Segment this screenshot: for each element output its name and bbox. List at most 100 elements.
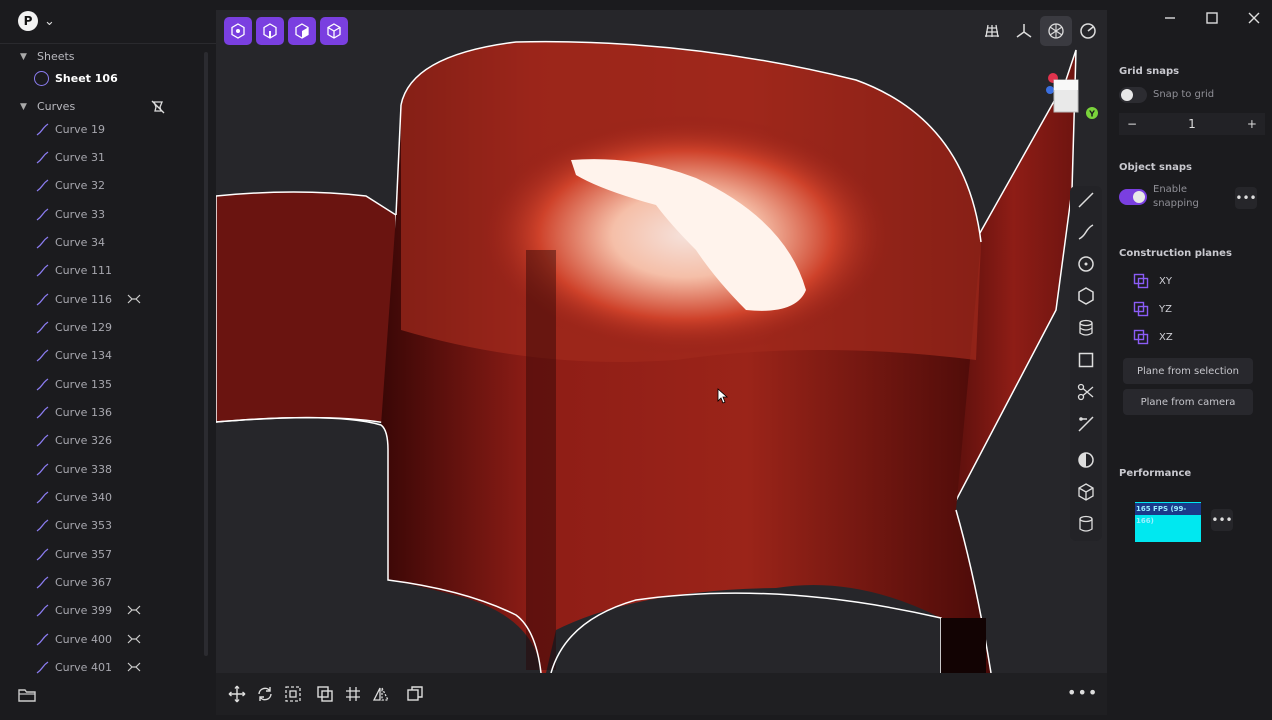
curve-item[interactable]: Curve 134	[36, 347, 112, 363]
rotate-icon[interactable]	[256, 685, 274, 703]
curve-icon	[36, 178, 49, 192]
curve-item[interactable]: Curve 129	[36, 319, 112, 335]
curve-item[interactable]: Curve 136	[36, 404, 112, 420]
curve-item[interactable]: Curve 135	[36, 376, 112, 392]
curve-item-label: Curve 340	[55, 490, 112, 504]
snap-to-grid-toggle[interactable]	[1119, 87, 1147, 103]
curve-item-label: Curve 401	[55, 660, 112, 674]
plane-item-yz[interactable]: YZ	[1133, 301, 1172, 317]
polygon-tool-icon[interactable]	[1077, 287, 1095, 305]
curve-item-label: Curve 32	[55, 178, 105, 192]
database-icon[interactable]	[1077, 515, 1095, 533]
curve-icon	[36, 292, 49, 306]
curve-icon	[36, 433, 49, 447]
curve-item[interactable]: Curve 31	[36, 149, 105, 165]
object-snaps-more-button[interactable]: •••	[1235, 187, 1257, 209]
render-sphere-icon	[1080, 23, 1096, 39]
circle-tool-icon[interactable]	[1077, 255, 1095, 273]
curve-item-label: Curve 129	[55, 320, 112, 334]
curve-item[interactable]: Curve 32	[36, 177, 105, 193]
curve-item[interactable]: Curve 116	[36, 291, 112, 307]
grid-size-stepper: − 1 +	[1119, 113, 1265, 135]
curve-item[interactable]: Curve 353	[36, 517, 112, 533]
curve-item-label: Curve 399	[55, 603, 112, 617]
scissors-icon[interactable]	[1077, 383, 1095, 401]
curve-item[interactable]: Curve 357	[36, 546, 112, 562]
view-toolbar	[976, 16, 1104, 46]
curve-item-label: Curve 367	[55, 575, 112, 589]
curve-item-label: Curve 338	[55, 462, 112, 476]
mirror-icon[interactable]	[372, 685, 390, 703]
curve-icon	[36, 377, 49, 391]
wireframe-toggle-button[interactable]	[1040, 16, 1072, 46]
decrement-button[interactable]: −	[1127, 117, 1137, 131]
curve-item[interactable]: Curve 34	[36, 234, 105, 250]
linked-icon[interactable]	[127, 605, 141, 615]
axes-toggle-button[interactable]	[1008, 16, 1040, 46]
linked-icon[interactable]	[127, 662, 141, 672]
plane-from-camera-button[interactable]: Plane from camera	[1123, 389, 1253, 415]
more-options-icon[interactable]: •••	[1067, 683, 1098, 702]
minimize-icon[interactable]	[1163, 11, 1177, 25]
curve-icon	[36, 320, 49, 334]
curve-item[interactable]: Curve 400	[36, 631, 112, 647]
object-mode-button[interactable]	[320, 17, 348, 45]
curve-item[interactable]: Curve 33	[36, 206, 105, 222]
line-tool-icon[interactable]	[1077, 191, 1095, 209]
orientation-gizmo[interactable]: Y	[1044, 70, 1100, 120]
curve-icon	[36, 603, 49, 617]
plane-from-selection-button[interactable]: Plane from selection	[1123, 358, 1253, 384]
cylinder-tool-icon[interactable]	[1077, 319, 1095, 337]
curve-item[interactable]: Curve 19	[36, 121, 105, 137]
plane-item-xy[interactable]: XY	[1133, 273, 1172, 289]
curve-item[interactable]: Curve 367	[36, 574, 112, 590]
boolean-tool-icon[interactable]	[1077, 451, 1095, 469]
curves-section-header[interactable]: ▼ Curves	[20, 100, 75, 113]
curve-item[interactable]: Curve 399	[36, 602, 112, 618]
face-mode-button[interactable]	[288, 17, 316, 45]
toggle-knob	[1121, 89, 1133, 101]
curve-item-label: Curve 116	[55, 292, 112, 306]
curve-item[interactable]: Curve 401	[36, 659, 112, 675]
curve-item[interactable]: Curve 111	[36, 262, 112, 278]
curve-item-label: Curve 136	[55, 405, 112, 419]
maximize-icon[interactable]	[1205, 11, 1219, 25]
curve-tool-icon[interactable]	[1077, 223, 1095, 241]
sidebar-scrollbar[interactable]	[204, 52, 208, 656]
3d-viewport[interactable]	[216, 10, 1107, 673]
edge-mode-button[interactable]	[256, 17, 284, 45]
curve-item[interactable]: Curve 326	[36, 432, 112, 448]
mouse-cursor-icon	[717, 388, 729, 404]
visibility-off-icon[interactable]	[150, 99, 166, 115]
plane-icon	[1133, 301, 1149, 317]
curve-item-label: Curve 111	[55, 263, 112, 277]
close-icon[interactable]	[1247, 11, 1261, 25]
copy-icon[interactable]	[406, 685, 424, 703]
linked-icon[interactable]	[127, 634, 141, 644]
array-icon[interactable]	[344, 685, 362, 703]
curve-item[interactable]: Curve 338	[36, 461, 112, 477]
move-icon[interactable]	[228, 685, 246, 703]
folder-icon[interactable]	[18, 687, 36, 703]
curve-item[interactable]: Curve 340	[36, 489, 112, 505]
trim-tool-icon[interactable]	[1077, 415, 1095, 433]
scale-icon[interactable]	[284, 685, 302, 703]
sheets-section-header[interactable]: ▼ Sheets	[20, 50, 75, 63]
performance-more-button[interactable]: •••	[1211, 509, 1233, 531]
grid-size-value[interactable]: 1	[1188, 117, 1196, 131]
solid-cube-icon[interactable]	[1077, 483, 1095, 501]
rectangle-tool-icon[interactable]	[1077, 351, 1095, 369]
vertex-mode-button[interactable]	[224, 17, 252, 45]
snap-to-grid-label: Snap to grid	[1153, 89, 1215, 100]
sheet-item[interactable]: Sheet 106	[34, 71, 118, 86]
render-mode-button[interactable]	[1072, 16, 1104, 46]
workspace-menu[interactable]: P ⌄	[18, 11, 55, 31]
increment-button[interactable]: +	[1247, 117, 1257, 131]
grid-toggle-button[interactable]	[976, 16, 1008, 46]
object-snaps-title: Object snaps	[1119, 162, 1192, 173]
duplicate-icon[interactable]	[316, 685, 334, 703]
divider	[0, 43, 216, 44]
linked-icon[interactable]	[127, 294, 141, 304]
plane-item-xz[interactable]: XZ	[1133, 329, 1173, 345]
enable-snapping-toggle[interactable]	[1119, 189, 1147, 205]
